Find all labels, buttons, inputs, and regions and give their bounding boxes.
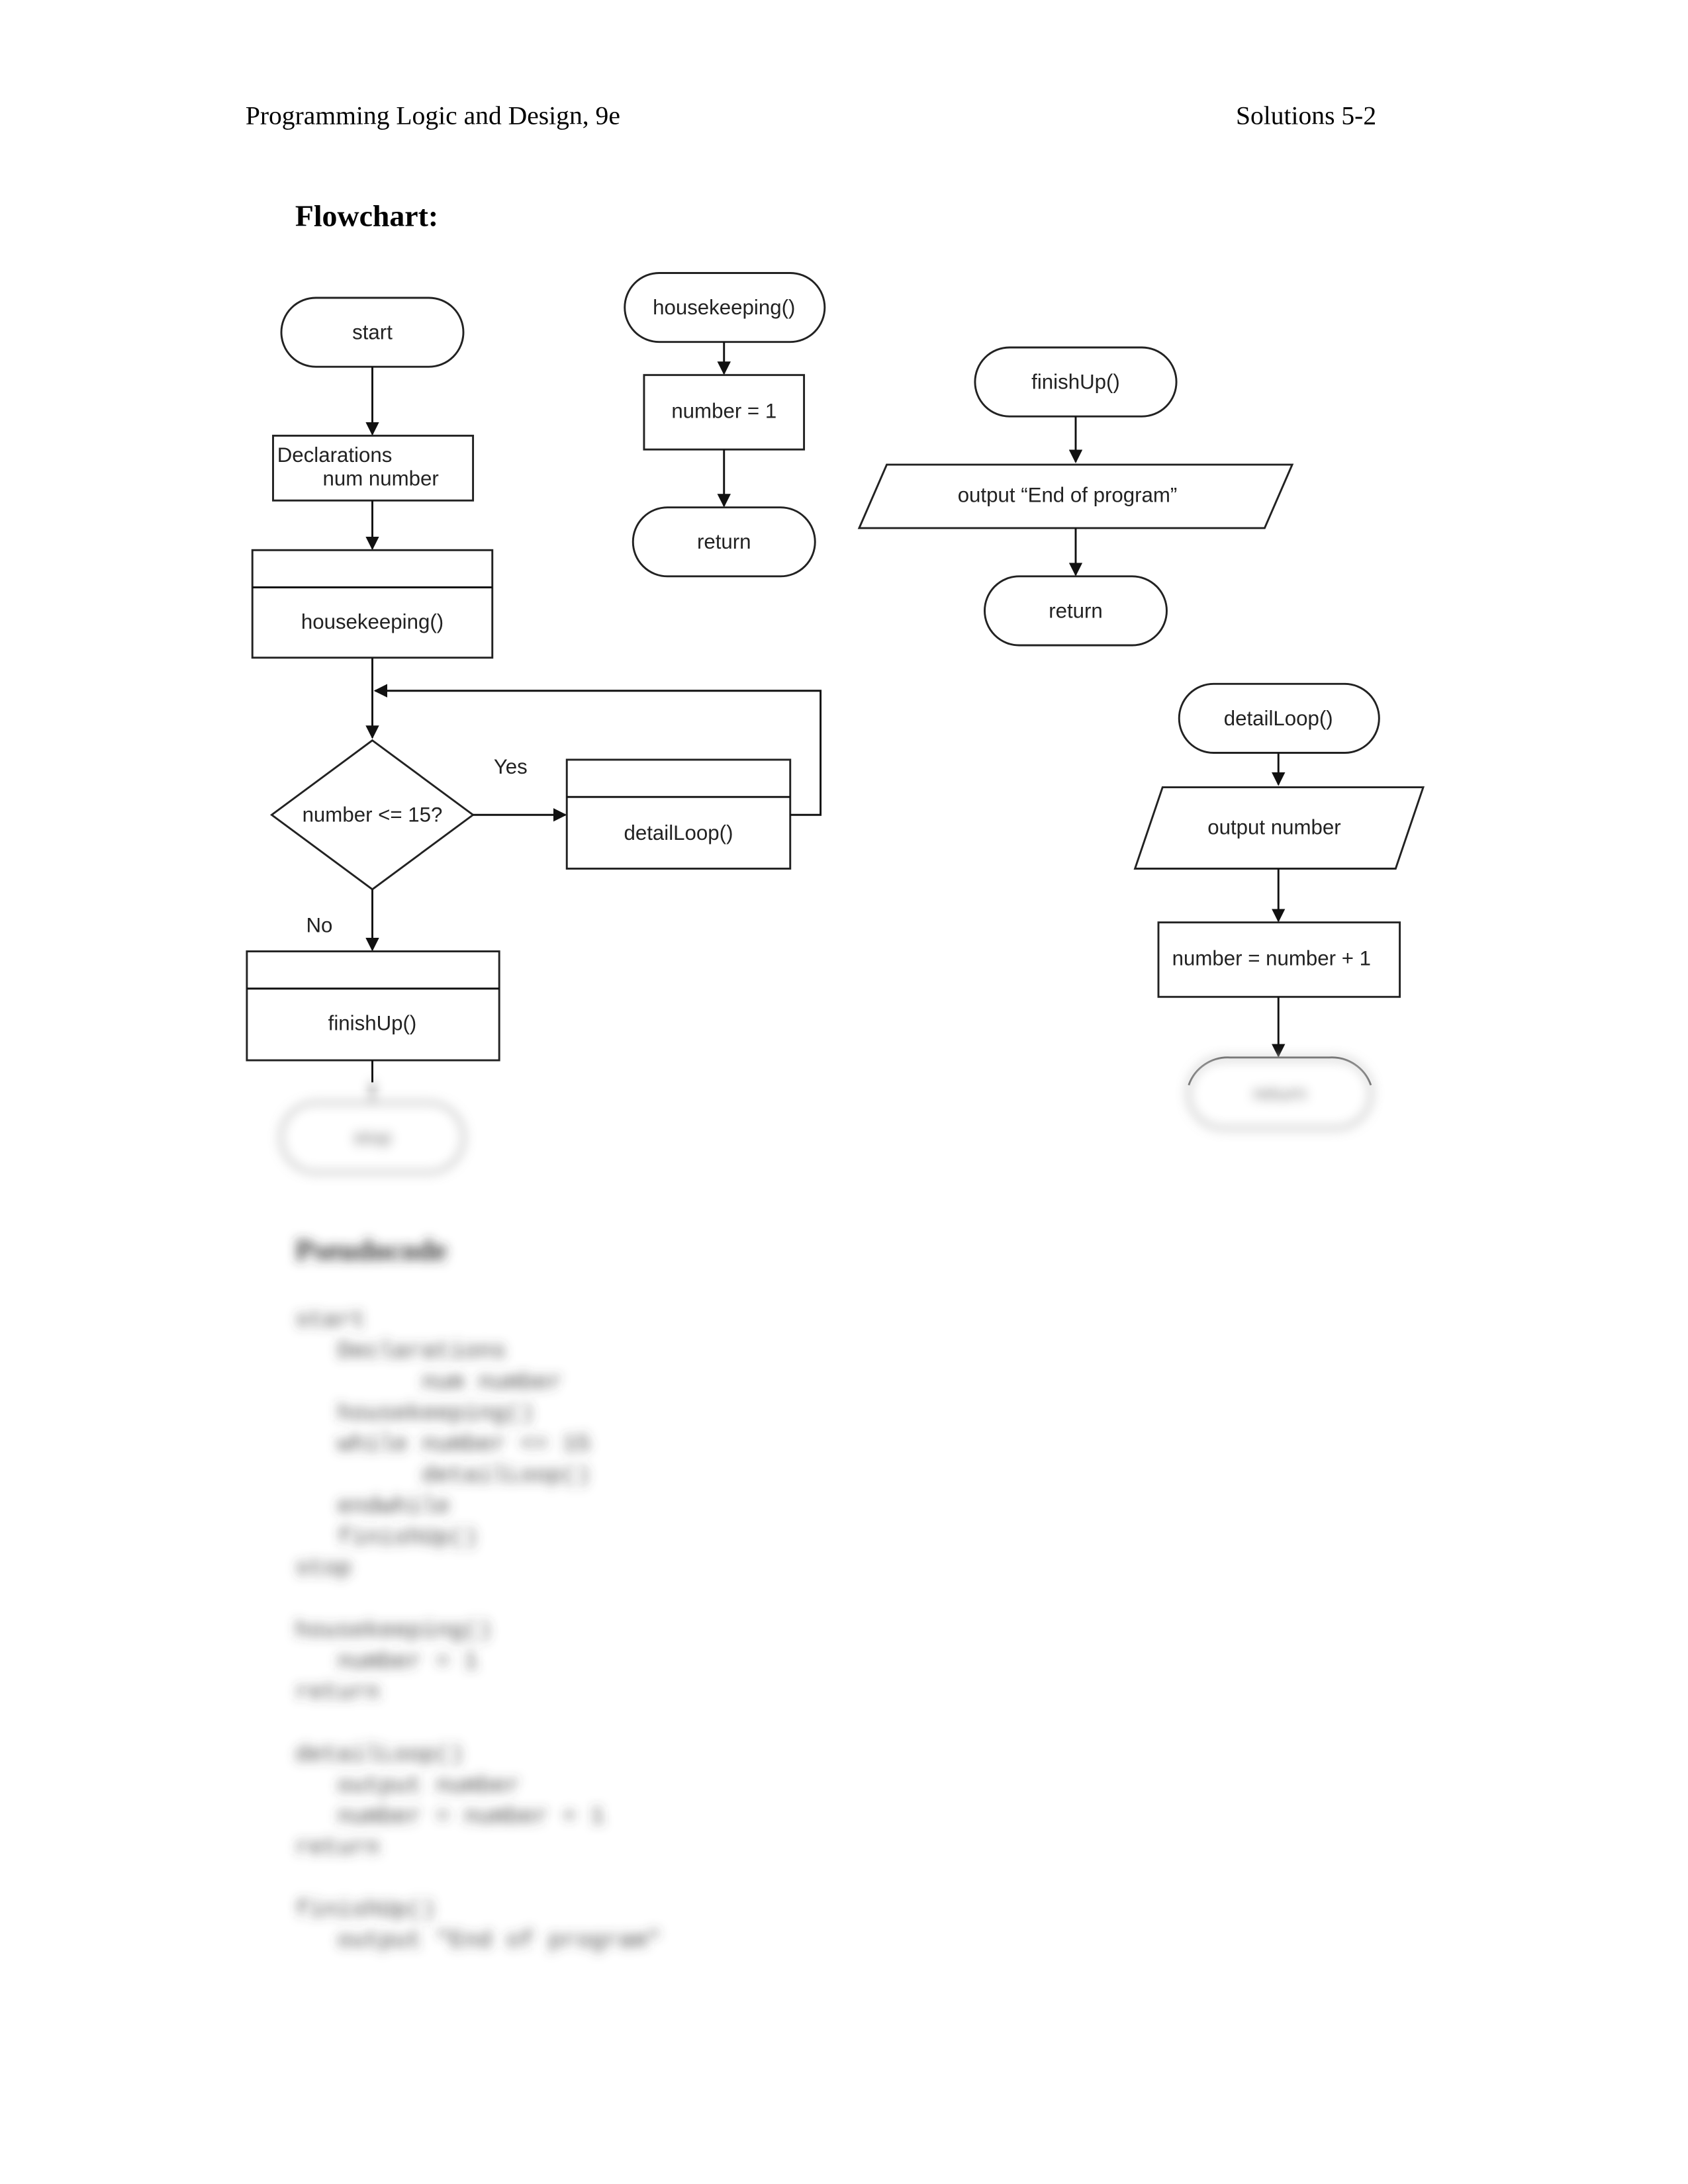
pseudocode-line: housekeeping() bbox=[295, 1400, 534, 1427]
pseudocode-line: output number bbox=[295, 1772, 520, 1799]
finishup-return-label: return bbox=[1049, 599, 1103, 622]
housekeeping-module-box bbox=[251, 549, 494, 659]
assign-number-label: number = 1 bbox=[671, 399, 776, 422]
header-page-label: Solutions 5-2 bbox=[1236, 101, 1376, 130]
flowchart-heading: Flowchart: bbox=[295, 199, 438, 233]
pseudocode-line: num number bbox=[295, 1369, 563, 1396]
housekeeping-title: housekeeping() bbox=[653, 296, 795, 319]
header-book-title: Programming Logic and Design, 9e bbox=[246, 101, 620, 130]
housekeeping-call-label: housekeeping() bbox=[301, 610, 444, 633]
stop-label: stop bbox=[353, 1126, 392, 1149]
pseudocode-line: finishUp() bbox=[295, 1897, 436, 1923]
pseudocode-line: number = 1 bbox=[295, 1649, 478, 1675]
declarations-title: Declarations bbox=[277, 443, 393, 467]
declarations-variable: num number bbox=[323, 467, 439, 490]
pseudocode-line: return bbox=[295, 1835, 379, 1861]
pseudocode-line: endwhile bbox=[295, 1493, 450, 1520]
detailloop-flow: detailLoop() output number number = numb… bbox=[1133, 682, 1425, 1129]
finishup-module-box bbox=[246, 950, 500, 1062]
pseudocode-line: housekeeping() bbox=[295, 1617, 492, 1644]
output-end-label: output “End of program” bbox=[958, 483, 1178, 506]
blurred-stop-terminal: stop bbox=[280, 1082, 465, 1173]
pseudocode-line: Declarations bbox=[295, 1338, 506, 1365]
pseudocode-line: output "End of program" bbox=[295, 1928, 661, 1954]
pseudocode-line: while number <= 15 bbox=[295, 1432, 590, 1458]
finishup-title: finishUp() bbox=[1031, 371, 1120, 394]
finishup-flow: finishUp() output “End of program” retur… bbox=[857, 346, 1294, 647]
housekeeping-return-label: return bbox=[697, 530, 751, 553]
yes-label: Yes bbox=[494, 755, 528, 778]
decision-label: number <= 15? bbox=[303, 803, 443, 827]
pseudocode-line: stop bbox=[295, 1555, 352, 1582]
pseudocode-line: detailLoop() bbox=[295, 1463, 590, 1489]
pseudocode-heading: Pseudocode bbox=[295, 1233, 447, 1267]
pseudocode-line: finishUp() bbox=[295, 1524, 478, 1551]
pseudocode-line: start bbox=[295, 1307, 365, 1334]
start-label: start bbox=[352, 321, 393, 344]
pseudocode-lines: start Declarations num number housekeepi… bbox=[295, 1307, 661, 1954]
pseudocode-line: detailLoop() bbox=[295, 1741, 464, 1768]
housekeeping-flow: housekeeping() number = 1 return bbox=[624, 272, 826, 578]
output-number-label: output number bbox=[1207, 815, 1340, 839]
increment-number-label: number = number + 1 bbox=[1172, 946, 1371, 970]
pseudocode-section: Pseudocode start Declarations num number… bbox=[295, 1233, 661, 1954]
no-label: No bbox=[306, 913, 333, 936]
pseudocode-line: number = number + 1 bbox=[295, 1803, 604, 1830]
pseudocode-line: return bbox=[295, 1680, 379, 1706]
detailloop-title: detailLoop() bbox=[1224, 707, 1333, 730]
document-page: Programming Logic and Design, 9e Solutio… bbox=[0, 0, 1688, 2184]
page-canvas: Programming Logic and Design, 9e Solutio… bbox=[246, 101, 1425, 1954]
finish-call-label: finishUp() bbox=[328, 1011, 417, 1034]
detailloop-module-box bbox=[565, 758, 792, 870]
detail-call-label: detailLoop() bbox=[624, 821, 733, 844]
blurred-detailloop-return: return bbox=[1188, 1058, 1372, 1129]
detailloop-return-label: return bbox=[1253, 1082, 1307, 1105]
